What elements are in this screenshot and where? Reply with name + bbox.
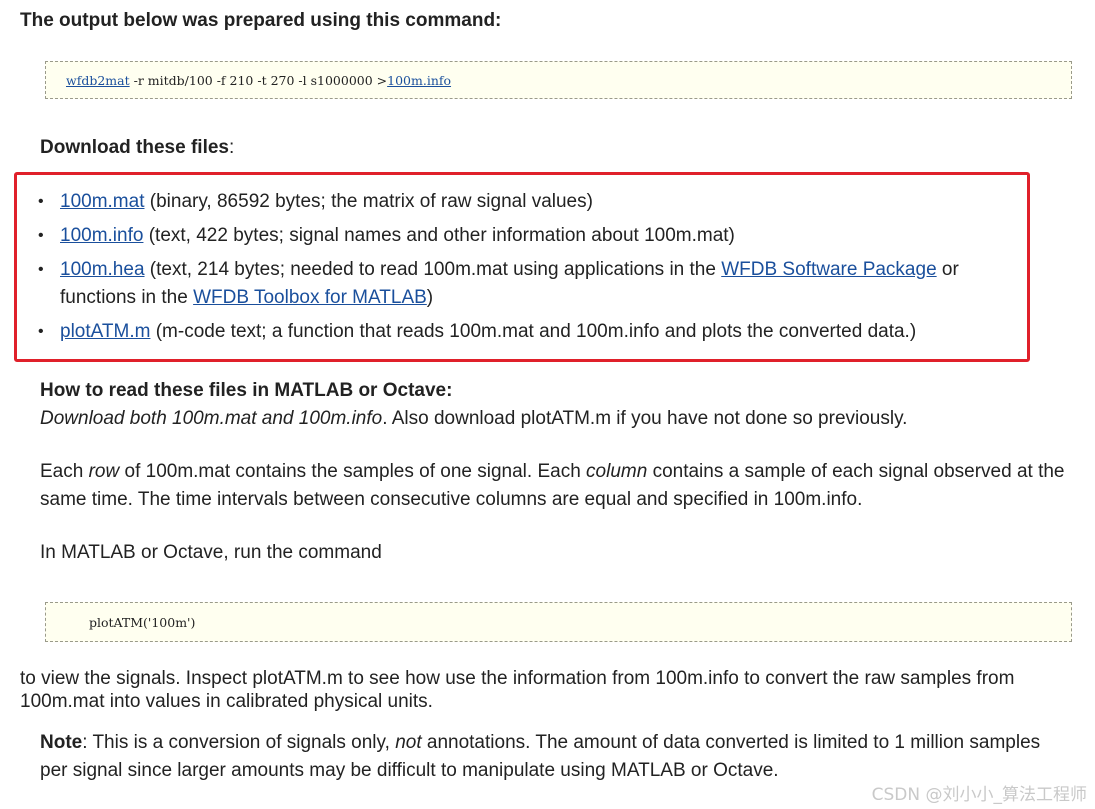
how-to-heading: How to read these files in MATLAB or Oct… xyxy=(40,380,453,401)
row-para-text-1: Each xyxy=(40,461,89,482)
bullet-icon: • xyxy=(38,323,44,340)
wfdb2mat-link[interactable]: wfdb2mat xyxy=(66,73,130,88)
command-args: -r mitdb/100 -f 210 -t 270 -l s1000000 > xyxy=(129,73,388,88)
file-link-info[interactable]: 100m.info xyxy=(60,225,143,246)
note-paragraph: Note: This is a conversion of signals on… xyxy=(40,729,1060,785)
how-to-text: Download both 100m.mat and 100m.info. Al… xyxy=(40,405,1080,433)
download-label-bold: Download these files xyxy=(40,137,229,158)
download-label: Download these files: xyxy=(40,137,234,159)
how-to-rest: . Also download plotATM.m if you have no… xyxy=(382,408,908,429)
file-desc-plotatm: (m-code text; a function that reads 100m… xyxy=(150,321,917,342)
note-label: Note xyxy=(40,732,83,753)
bullet-icon: • xyxy=(38,227,44,244)
bullet-icon: • xyxy=(38,193,44,210)
file-link-plotatm[interactable]: plotATM.m xyxy=(60,321,150,342)
watermark: CSDN @刘小小_算法工程师 xyxy=(871,785,1087,805)
page-heading: The output below was prepared using this… xyxy=(20,10,502,31)
file-item-mat: • 100m.mat (binary, 86592 bytes; the mat… xyxy=(34,188,1024,216)
file-item-hea: • 100m.hea (text, 214 bytes; needed to r… xyxy=(34,256,1024,312)
plot-command: plotATM('100m') xyxy=(89,615,196,630)
file-link-hea[interactable]: 100m.hea xyxy=(60,259,145,280)
row-para-italic-column: column xyxy=(586,461,648,482)
view-signals-paragraph: to view the signals. Inspect plotATM.m t… xyxy=(20,668,1015,712)
page: The output below was prepared using this… xyxy=(0,0,1095,809)
command-box: wfdb2mat -r mitdb/100 -f 210 -t 270 -l s… xyxy=(45,61,1072,99)
note-text-1: : This is a conversion of signals only, xyxy=(82,732,396,753)
row-para-text-2: of 100m.mat contains the samples of one … xyxy=(119,461,587,482)
download-file-list: • 100m.mat (binary, 86592 bytes; the mat… xyxy=(34,188,1024,352)
run-command-text: In MATLAB or Octave, run the command xyxy=(40,542,382,563)
how-to-italic: Download both 100m.mat and 100m.info xyxy=(40,408,383,429)
file-desc-mat: (binary, 86592 bytes; the matrix of raw … xyxy=(144,191,593,212)
file-item-info: • 100m.info (text, 422 bytes; signal nam… xyxy=(34,222,1024,250)
output-file-link[interactable]: 100m.info xyxy=(387,73,451,88)
row-para-italic-row: row xyxy=(88,461,120,482)
bullet-icon: • xyxy=(38,261,44,278)
wfdb-software-package-link[interactable]: WFDB Software Package xyxy=(721,259,936,280)
row-column-paragraph: Each row of 100m.mat contains the sample… xyxy=(40,458,1080,514)
file-desc-hea: (text, 214 bytes; needed to read 100m.ma… xyxy=(144,259,722,280)
file-link-mat[interactable]: 100m.mat xyxy=(60,191,144,212)
download-label-colon: : xyxy=(228,137,235,158)
file-desc-info: (text, 422 bytes; signal names and other… xyxy=(143,225,735,246)
plot-command-box: plotATM('100m') xyxy=(45,602,1072,642)
note-italic: not xyxy=(395,732,422,753)
file-desc-hea-3: ) xyxy=(426,287,434,308)
file-item-plotatm: • plotATM.m (m-code text; a function tha… xyxy=(34,318,1024,346)
wfdb-toolbox-link[interactable]: WFDB Toolbox for MATLAB xyxy=(193,287,427,308)
